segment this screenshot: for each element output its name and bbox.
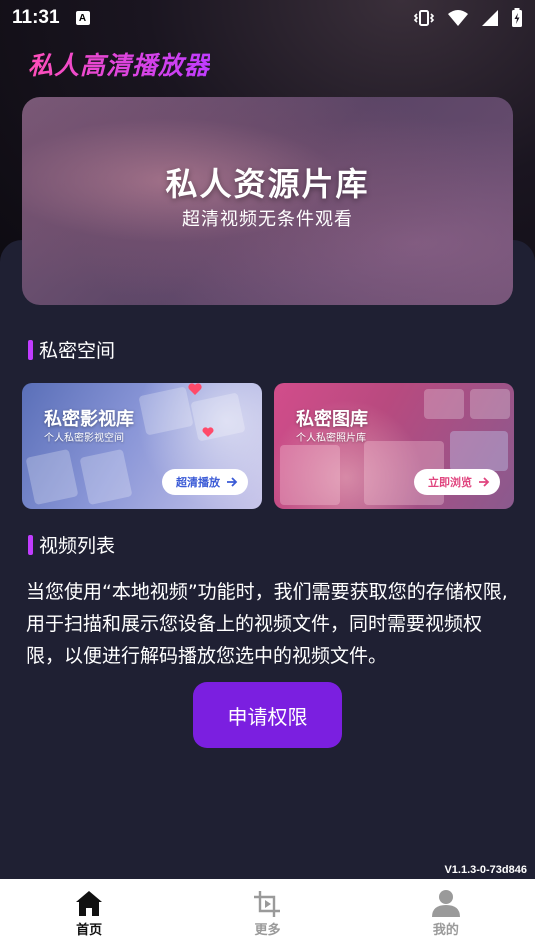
private-photo-library-card[interactable]: 私密图库 个人私密照片库 立即浏览 — [274, 383, 514, 509]
section-title: 视频列表 — [39, 535, 116, 557]
section-title: 私密空间 — [39, 340, 116, 362]
hd-play-button[interactable]: 超清播放 — [162, 469, 248, 495]
home-icon — [76, 891, 103, 916]
heart-icon — [202, 427, 214, 437]
nav-profile[interactable]: 我的 — [357, 879, 535, 951]
section-accent-bar — [28, 339, 33, 360]
battery-icon — [512, 8, 522, 27]
nav-more[interactable]: 更多 — [178, 879, 356, 951]
browse-now-button[interactable]: 立即浏览 — [414, 469, 500, 495]
button-label: 超清播放 — [176, 476, 220, 489]
profile-icon — [431, 890, 460, 917]
more-icon — [254, 891, 281, 917]
section-video-list: 视频列表 — [28, 531, 115, 558]
hero-subtitle: 超清视频无条件观看 — [182, 209, 353, 230]
hero-title: 私人资源片库 — [165, 165, 370, 203]
card-title: 私密影视库 — [44, 409, 134, 430]
nav-label: 我的 — [432, 923, 459, 938]
notification-icon: A — [75, 11, 90, 25]
nav-label: 更多 — [254, 923, 281, 938]
vibrate-icon — [413, 10, 435, 26]
arrow-right-icon — [479, 477, 490, 487]
card-title: 私密图库 — [296, 409, 368, 430]
card-subtitle: 个人私密照片库 — [296, 433, 366, 444]
wifi-icon — [448, 10, 468, 26]
app-title: 私人高清播放器 — [28, 46, 210, 82]
arrow-right-icon — [227, 477, 238, 487]
private-video-library-card[interactable]: 私密影视库 个人私密影视空间 超清播放 — [22, 383, 262, 509]
card-subtitle: 个人私密影视空间 — [44, 433, 124, 444]
status-icons — [413, 8, 523, 28]
hero-banner[interactable]: 私人资源片库 超清视频无条件观看 — [22, 97, 513, 305]
button-label: 立即浏览 — [428, 476, 472, 489]
request-permission-button[interactable]: 申请权限 — [193, 682, 342, 748]
bottom-nav: 首页 更多 我的 — [0, 879, 535, 951]
section-private-space: 私密空间 — [28, 336, 115, 363]
heart-icon — [188, 383, 202, 395]
nav-home[interactable]: 首页 — [0, 879, 178, 951]
status-bar: 11:31 A — [0, 0, 535, 36]
permission-notice: 当您使用“本地视频”功能时，我们需要获取您的存储权限,用于扫描和展示您设备上的视… — [26, 581, 508, 667]
section-accent-bar — [28, 534, 33, 555]
nav-label: 首页 — [76, 923, 103, 938]
version-label: V1.1.3-0-73d846 — [444, 864, 527, 876]
signal-icon — [482, 10, 498, 26]
status-time: 11:31 — [12, 7, 60, 28]
